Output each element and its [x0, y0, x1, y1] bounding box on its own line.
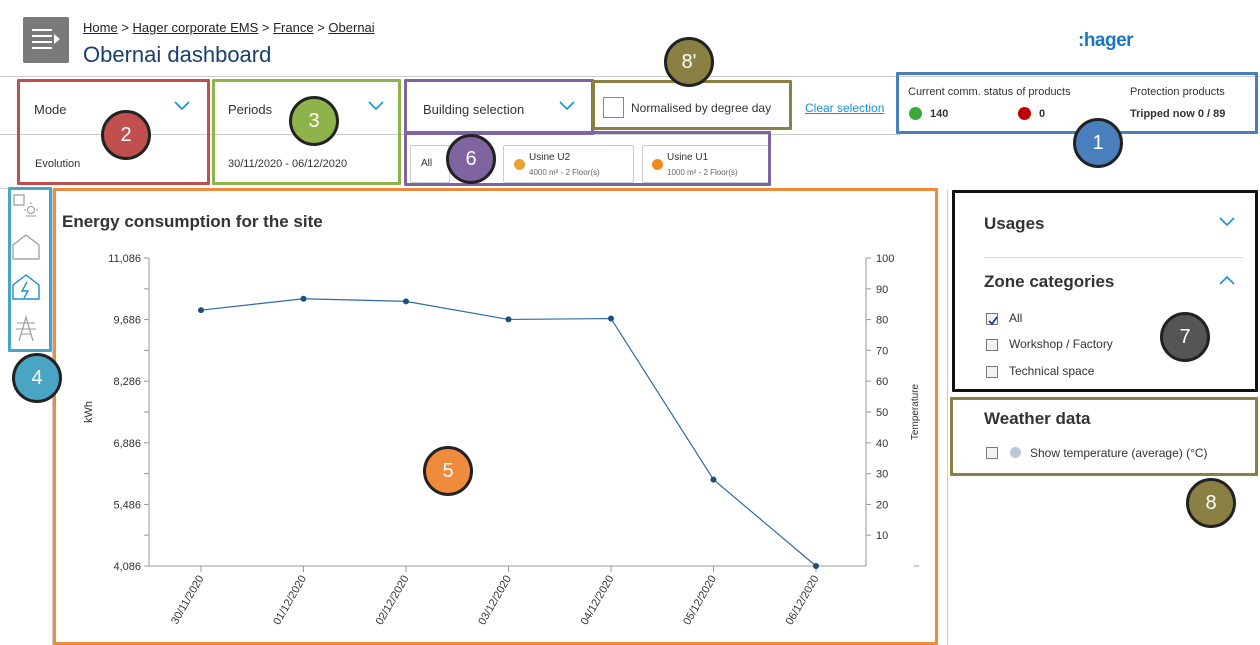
brand-logo: :hager — [1078, 30, 1134, 51]
annotation-box-8prime — [592, 80, 792, 130]
annotation-badge-5: 5 — [423, 446, 473, 496]
menu-button[interactable] — [23, 17, 69, 63]
annotation-box-7 — [952, 190, 1258, 392]
annotation-box-5 — [53, 188, 938, 645]
annotation-badge-3: 3 — [289, 96, 339, 146]
annotation-badge-7: 7 — [1160, 312, 1210, 362]
breadcrumb-country[interactable]: France — [273, 20, 313, 35]
annotation-badge-1: 1 — [1073, 118, 1123, 168]
annotation-box-6-top — [404, 79, 594, 135]
annotation-box-1 — [896, 72, 1258, 134]
breadcrumb-home[interactable]: Home — [83, 20, 118, 35]
annotation-badge-8prime: 8' — [664, 37, 714, 87]
panel-divider — [947, 190, 948, 645]
menu-icon — [32, 29, 60, 49]
annotation-badge-4: 4 — [12, 353, 62, 403]
breadcrumb-site[interactable]: Obernai — [328, 20, 374, 35]
breadcrumb: Home > Hager corporate EMS > France > Ob… — [83, 20, 375, 35]
annotation-box-8 — [950, 397, 1258, 476]
annotation-box-4 — [8, 187, 52, 352]
annotation-badge-2: 2 — [101, 110, 151, 160]
clear-selection-link[interactable]: Clear selection — [805, 101, 884, 115]
annotation-badge-8: 8 — [1186, 478, 1236, 528]
annotation-badge-6: 6 — [446, 134, 496, 184]
page-title: Obernai dashboard — [83, 42, 272, 67]
breadcrumb-corporate[interactable]: Hager corporate EMS — [133, 20, 259, 35]
